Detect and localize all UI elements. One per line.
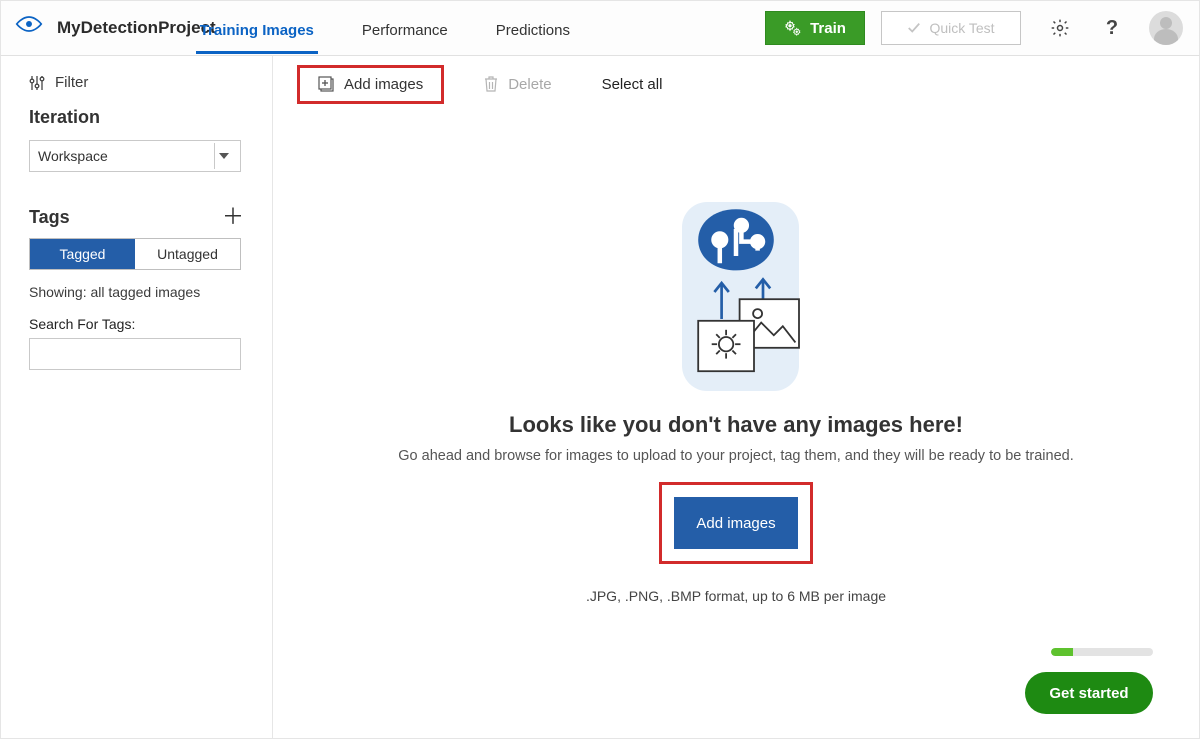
check-icon <box>907 21 921 35</box>
search-tags-label: Search For Tags: <box>29 316 244 332</box>
trash-icon <box>484 76 498 92</box>
untagged-filter-button[interactable]: Untagged <box>135 239 240 269</box>
tagged-filter-button[interactable]: Tagged <box>30 239 135 269</box>
empty-subtitle: Go ahead and browse for images to upload… <box>398 448 1073 464</box>
showing-text: Showing: all tagged images <box>29 284 244 300</box>
iteration-selected-value: Workspace <box>38 148 108 164</box>
onboarding-progress <box>1051 648 1153 656</box>
nav-tabs: Training Images Performance Predictions <box>176 4 594 53</box>
onboarding-progress-fill <box>1051 648 1073 656</box>
settings-button[interactable] <box>1047 15 1073 41</box>
customvision-logo-icon <box>15 14 43 42</box>
main-area: Add images Delete Select all <box>273 56 1199 738</box>
empty-title: Looks like you don't have any images her… <box>509 412 963 438</box>
toolbar: Add images Delete Select all <box>273 56 1199 112</box>
tab-predictions[interactable]: Predictions <box>472 4 594 53</box>
filter-label: Filter <box>55 74 88 91</box>
gear-icon <box>1050 18 1070 38</box>
add-images-label: Add images <box>344 76 423 93</box>
quick-test-label: Quick Test <box>929 20 994 36</box>
gears-icon <box>784 19 802 37</box>
tab-training-images[interactable]: Training Images <box>176 4 338 53</box>
add-images-plus-icon <box>318 76 334 92</box>
add-images-main-button[interactable]: Add images <box>674 497 798 549</box>
delete-label: Delete <box>508 76 551 93</box>
add-images-toolbar-button[interactable]: Add images <box>297 65 444 104</box>
user-avatar[interactable] <box>1149 11 1183 45</box>
sidebar: Filter Iteration Workspace Tags ＋ Tagged… <box>1 56 273 738</box>
train-label: Train <box>810 20 846 37</box>
tag-filter-toggle: Tagged Untagged <box>29 238 241 270</box>
help-button[interactable]: ? <box>1099 15 1125 41</box>
add-images-highlight-frame: Add images <box>659 482 813 564</box>
get-started-button[interactable]: Get started <box>1025 672 1153 714</box>
select-all-button[interactable]: Select all <box>602 76 663 93</box>
tags-title: Tags <box>29 207 70 228</box>
quick-test-button: Quick Test <box>881 11 1021 45</box>
train-button[interactable]: Train <box>765 11 865 45</box>
iteration-select[interactable]: Workspace <box>29 140 241 172</box>
sliders-icon <box>29 75 45 91</box>
filter-toggle[interactable]: Filter <box>29 74 244 91</box>
upload-illustration-icon <box>646 192 826 392</box>
format-note: .JPG, .PNG, .BMP format, up to 6 MB per … <box>586 588 886 604</box>
empty-state: Looks like you don't have any images her… <box>273 192 1199 738</box>
delete-button: Delete <box>470 70 565 99</box>
app-header: MyDetectionProject Training Images Perfo… <box>0 0 1200 56</box>
chevron-down-icon <box>214 143 232 169</box>
plus-icon: ＋ <box>222 204 244 229</box>
add-tag-button[interactable]: ＋ <box>222 206 244 228</box>
search-tags-input[interactable] <box>29 338 241 370</box>
iteration-title: Iteration <box>29 107 244 128</box>
tab-performance[interactable]: Performance <box>338 4 472 53</box>
